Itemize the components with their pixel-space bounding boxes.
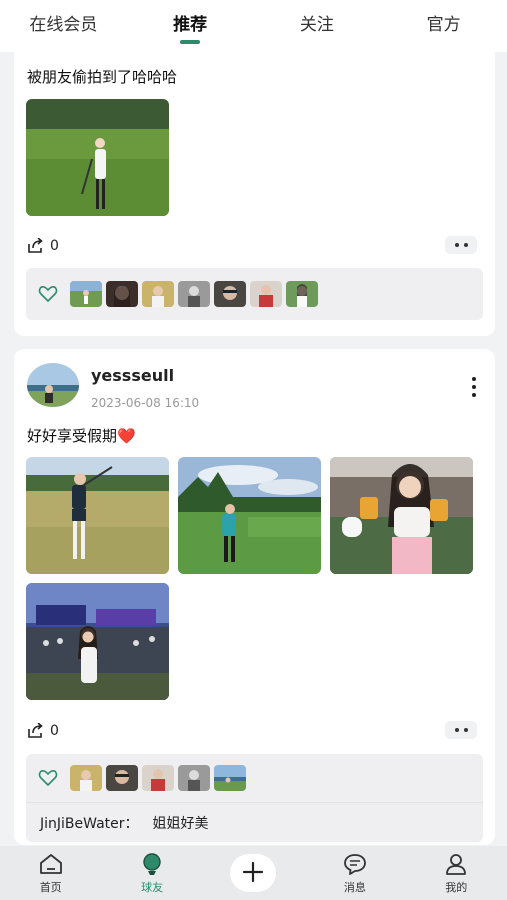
username[interactable]: yessseull (91, 366, 174, 385)
likes-bar (26, 268, 483, 320)
share-icon (28, 723, 43, 738)
share-count: 0 (50, 723, 59, 739)
golf-ball-icon (143, 852, 161, 875)
user-avatar[interactable] (27, 363, 79, 407)
post-photo[interactable] (26, 583, 169, 700)
comment-author[interactable]: JinJiBeWater： (40, 813, 139, 833)
post-card[interactable]: yessseull 2023-06-08 16:10 好好享受假期❤️ 0 Ji… (14, 349, 495, 845)
nav-create-post[interactable] (213, 854, 293, 892)
bottom-navigation: 首页 球友 消息 我的 (0, 846, 507, 900)
liker-avatar[interactable] (106, 765, 138, 791)
nav-golf-friends[interactable]: 球友 (112, 852, 192, 895)
liker-avatar[interactable] (178, 765, 210, 791)
like-heart-icon[interactable] (36, 285, 60, 303)
liker-avatar[interactable] (142, 765, 174, 791)
share-button[interactable]: 0 (27, 723, 59, 739)
post-text: 被朋友偷拍到了哈哈哈 (27, 68, 178, 86)
more-vertical-icon[interactable] (471, 377, 477, 397)
tab-official[interactable]: 官方 (389, 10, 499, 35)
liker-avatar[interactable] (106, 281, 138, 307)
liker-avatar[interactable] (250, 281, 282, 307)
more-options-button[interactable] (445, 236, 477, 254)
tab-recommended[interactable]: 推荐 (135, 10, 245, 44)
liker-avatar[interactable] (70, 765, 102, 791)
post-timestamp: 2023-06-08 16:10 (91, 396, 200, 410)
post-card[interactable]: 被朋友偷拍到了哈哈哈 0 (14, 52, 495, 336)
liker-avatar[interactable] (142, 281, 174, 307)
liker-avatar[interactable] (286, 281, 318, 307)
comment-text: 姐姐好美 (152, 815, 209, 832)
profile-icon (446, 853, 467, 875)
post-photo[interactable] (178, 457, 321, 574)
likes-bar (26, 754, 483, 802)
home-icon (39, 853, 62, 874)
share-count: 0 (50, 238, 59, 254)
more-options-button[interactable] (445, 721, 477, 739)
nav-profile[interactable]: 我的 (416, 852, 496, 895)
message-icon (343, 853, 366, 875)
post-text: 好好享受假期❤️ (27, 427, 136, 445)
add-post-button[interactable] (230, 854, 277, 892)
liker-avatar[interactable] (214, 281, 246, 307)
nav-home[interactable]: 首页 (11, 852, 91, 895)
post-photo[interactable] (26, 99, 169, 216)
post-photo[interactable] (330, 457, 473, 574)
comment-row[interactable]: JinJiBeWater： 姐姐好美 (26, 802, 483, 842)
plus-icon (243, 861, 264, 882)
tab-online-members[interactable]: 在线会员 (8, 10, 118, 35)
liker-avatar[interactable] (178, 281, 210, 307)
liker-avatar[interactable] (214, 765, 246, 791)
liker-avatar[interactable] (70, 281, 102, 307)
share-button[interactable]: 0 (27, 238, 59, 254)
share-icon (28, 238, 43, 253)
active-tab-indicator (180, 39, 201, 44)
nav-messages[interactable]: 消息 (315, 852, 395, 895)
top-tab-bar: 在线会员 推荐 关注 官方 (0, 0, 507, 52)
post-photo[interactable] (26, 457, 169, 574)
like-heart-icon[interactable] (36, 769, 60, 787)
tab-following[interactable]: 关注 (262, 10, 372, 35)
